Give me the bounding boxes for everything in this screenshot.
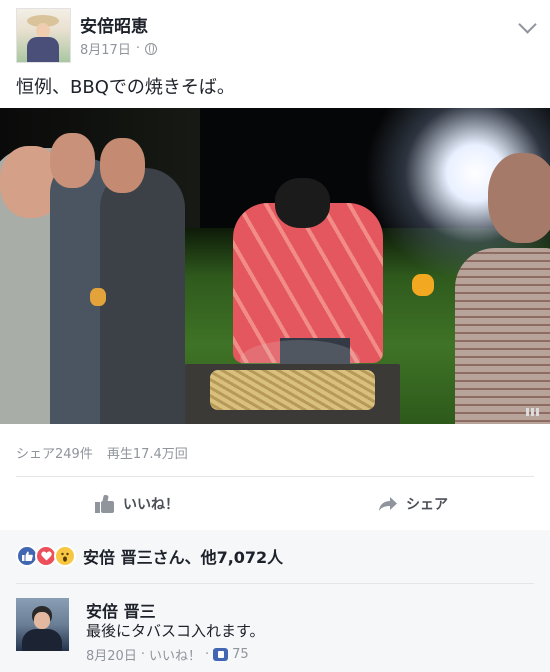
wow-reaction-icon — [54, 545, 76, 567]
video-yakisoba — [210, 370, 375, 410]
comment-like-button[interactable]: いいね！ — [149, 645, 201, 664]
author-name[interactable]: 安倍昭恵 — [80, 12, 148, 37]
post-text: 恒例、BBQでの焼きそば。 — [16, 77, 235, 98]
post-stats: シェア249件 再生17.4万回 — [16, 443, 188, 462]
share-arrow-icon — [379, 497, 397, 511]
video-person-glasses-head — [50, 133, 95, 188]
author-avatar[interactable] — [16, 8, 71, 63]
fullscreen-icon[interactable] — [526, 408, 540, 416]
share-button[interactable]: シェア — [378, 482, 448, 526]
post-date[interactable]: 8月17日 — [80, 39, 131, 58]
comment-text: 最後にタバスコ入れます。 — [86, 622, 265, 640]
chevron-down-icon[interactable] — [518, 15, 537, 34]
action-bar: いいね！ シェア — [0, 482, 550, 526]
meta-separator: · — [135, 41, 140, 56]
divider — [16, 476, 534, 477]
comments-divider — [16, 583, 534, 584]
reactions-summary[interactable]: 安倍 晋三さん、他7,072人 — [16, 544, 283, 568]
comment-like-separator: · — [204, 647, 210, 662]
post-video[interactable] — [0, 108, 550, 424]
video-person-third — [100, 168, 185, 424]
share-button-label: シェア — [406, 497, 448, 513]
comment-date[interactable]: 8月20日 — [86, 645, 137, 664]
comment-meta-separator: · — [140, 647, 145, 662]
comment-meta: 8月20日 · いいね！ · 75 — [86, 645, 249, 664]
comment-like-icon — [213, 648, 229, 661]
thumbs-up-icon — [95, 494, 115, 513]
comment-like-count[interactable]: 75 — [232, 647, 249, 662]
video-person-hawaiian-head — [275, 178, 330, 228]
video-person-plaid-head — [488, 153, 550, 243]
video-orange-cup — [412, 274, 434, 296]
view-count: 再生17.4万回 — [106, 447, 188, 462]
post-header: 安倍昭恵 8月17日 · — [0, 0, 550, 70]
post-meta: 8月17日 · — [80, 39, 157, 58]
globe-icon — [144, 42, 157, 55]
video-person-third-head — [100, 138, 145, 193]
like-button-label: いいね！ — [123, 497, 179, 513]
commenter-name[interactable]: 安倍 晋三 — [86, 598, 156, 622]
reactions-text[interactable]: 安倍 晋三さん、他7,072人 — [83, 544, 283, 568]
share-count[interactable]: シェア249件 — [16, 443, 93, 462]
comments-section — [0, 582, 550, 672]
like-button[interactable]: いいね！ — [95, 482, 179, 526]
video-person-plaid — [455, 248, 550, 424]
commenter-avatar[interactable] — [16, 598, 69, 651]
video-beer-cup — [90, 288, 106, 306]
